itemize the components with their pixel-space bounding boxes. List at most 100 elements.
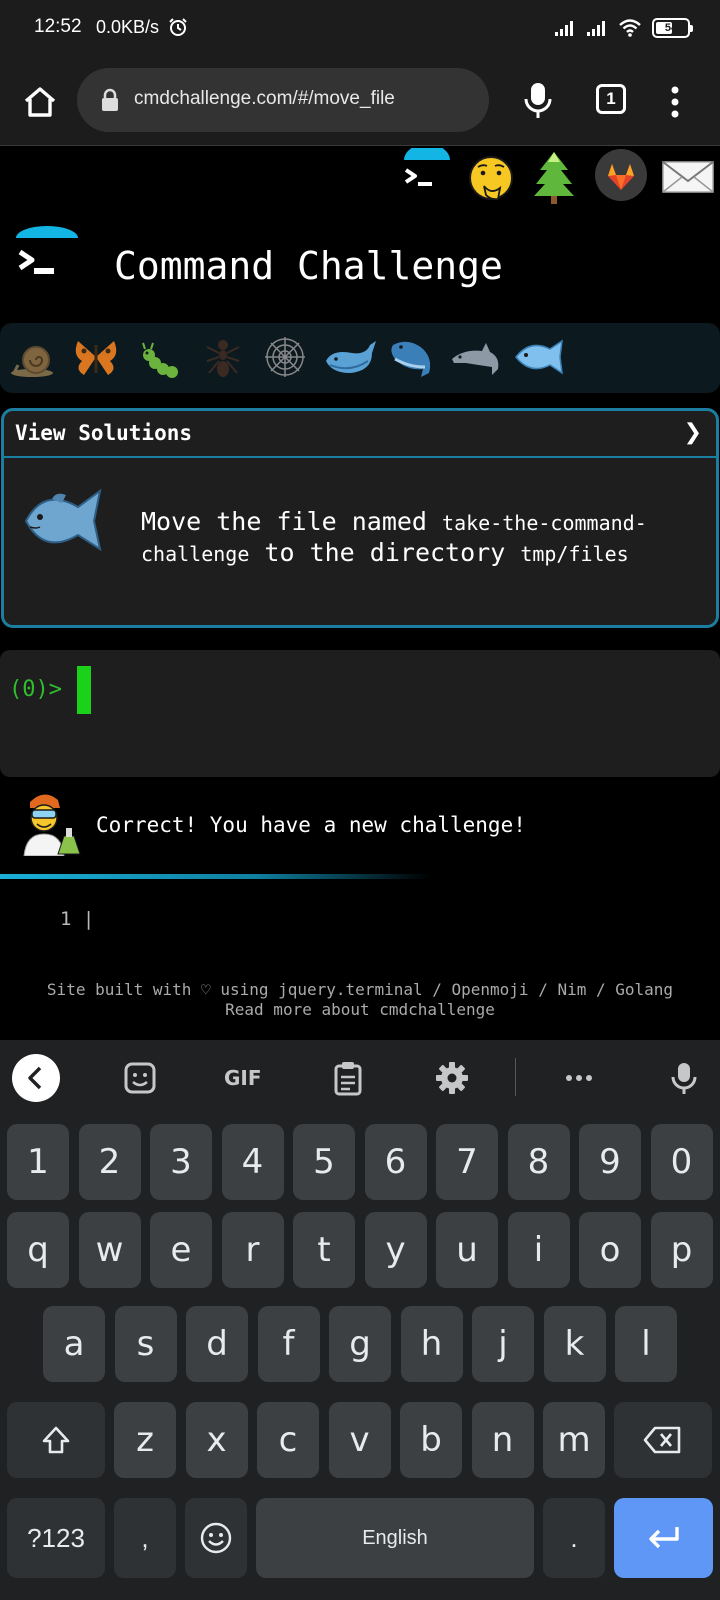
- lock-icon: [102, 88, 118, 111]
- whale-2-icon[interactable]: [385, 331, 437, 383]
- gitlab-icon[interactable]: [594, 148, 648, 202]
- spider-web-icon[interactable]: [259, 331, 311, 383]
- period-key[interactable]: .: [543, 1498, 605, 1578]
- key-o[interactable]: o: [579, 1212, 641, 1288]
- key-a-label: a: [63, 1324, 85, 1364]
- key-q-label: q: [27, 1230, 49, 1270]
- key-e[interactable]: e: [150, 1212, 212, 1288]
- key-p[interactable]: p: [650, 1212, 713, 1288]
- address-bar[interactable]: cmdchallenge.com/#/move_file: [77, 68, 489, 132]
- key-3[interactable]: 3: [150, 1124, 212, 1200]
- space-key[interactable]: English: [256, 1498, 534, 1578]
- key-b[interactable]: b: [400, 1402, 462, 1478]
- key-k[interactable]: k: [543, 1306, 606, 1382]
- settings-gear-icon[interactable]: [434, 1060, 470, 1096]
- terminal[interactable]: [0, 650, 720, 777]
- terminal-logo-icon[interactable]: [398, 148, 456, 206]
- key-v-label: v: [349, 1420, 370, 1460]
- status-indicators: 54: [554, 16, 693, 40]
- key-7-label: 7: [456, 1142, 478, 1182]
- key-d-label: d: [206, 1324, 228, 1364]
- toolbar-divider: [515, 1058, 516, 1096]
- key-j[interactable]: j: [472, 1306, 534, 1382]
- key-y-label: y: [385, 1230, 406, 1270]
- key-9[interactable]: 9: [579, 1124, 641, 1200]
- key-i[interactable]: i: [507, 1212, 570, 1288]
- shushing-face-icon[interactable]: [462, 148, 520, 206]
- clipboard-icon[interactable]: [330, 1060, 366, 1096]
- key-w[interactable]: w: [78, 1212, 141, 1288]
- shift-key[interactable]: [7, 1402, 105, 1478]
- key-v[interactable]: v: [328, 1402, 391, 1478]
- directory-code: tmp/files: [520, 542, 629, 566]
- gif-button[interactable]: GIF: [224, 1066, 262, 1090]
- key-7[interactable]: 7: [436, 1124, 498, 1200]
- key-r[interactable]: r: [221, 1212, 284, 1288]
- key-n[interactable]: n: [471, 1402, 534, 1478]
- key-m-label: m: [557, 1420, 591, 1460]
- ant-icon[interactable]: [197, 331, 249, 383]
- dolphin-icon[interactable]: [448, 331, 504, 383]
- key-4[interactable]: 4: [221, 1124, 284, 1200]
- key-s[interactable]: s: [114, 1306, 177, 1382]
- emoji-key[interactable]: [185, 1498, 247, 1578]
- overflow-menu-icon[interactable]: [662, 82, 688, 122]
- key-u[interactable]: u: [436, 1212, 498, 1288]
- key-t[interactable]: t: [293, 1212, 355, 1288]
- key-l-label: l: [641, 1324, 651, 1364]
- caterpillar-icon[interactable]: [135, 331, 187, 383]
- butterfly-icon[interactable]: [70, 331, 122, 383]
- key-d[interactable]: d: [186, 1306, 248, 1382]
- battery-icon: 54: [652, 18, 693, 38]
- key-f[interactable]: f: [257, 1306, 320, 1382]
- key-h[interactable]: h: [400, 1306, 463, 1382]
- key-q[interactable]: q: [7, 1212, 69, 1288]
- whale-icon[interactable]: [322, 331, 378, 383]
- home-button-icon[interactable]: [20, 82, 60, 122]
- shift-arrow-icon: [42, 1426, 70, 1454]
- sticker-icon[interactable]: [122, 1060, 158, 1096]
- keyboard-back-button[interactable]: [12, 1054, 60, 1102]
- key-a[interactable]: a: [43, 1306, 105, 1382]
- key-m[interactable]: m: [543, 1402, 605, 1478]
- key-2[interactable]: 2: [78, 1124, 141, 1200]
- fish-icon[interactable]: [508, 331, 568, 383]
- key-1[interactable]: 1: [7, 1124, 69, 1200]
- voice-search-mic-icon[interactable]: [520, 80, 556, 120]
- editor-line-number[interactable]: 1 |: [60, 908, 94, 930]
- key-i-label: i: [533, 1230, 544, 1270]
- tree-icon[interactable]: [525, 148, 583, 206]
- browser-toolbar: cmdchallenge.com/#/move_file 1: [0, 58, 720, 146]
- tab-switcher-button[interactable]: 1: [596, 84, 626, 114]
- key-f-label: f: [282, 1324, 295, 1364]
- symbols-key[interactable]: ?123: [7, 1498, 105, 1578]
- challenge-card: View Solutions ❯ Move the file named tak…: [1, 408, 719, 628]
- comma-key[interactable]: ,: [114, 1498, 176, 1578]
- snail-icon[interactable]: [8, 331, 60, 383]
- key-l[interactable]: l: [615, 1306, 677, 1382]
- backspace-key[interactable]: [614, 1402, 712, 1478]
- key-x[interactable]: x: [185, 1402, 248, 1478]
- view-solutions-toggle[interactable]: View Solutions ❯: [4, 411, 716, 458]
- keyboard-mic-icon[interactable]: [666, 1060, 702, 1096]
- chevron-left-icon: [28, 1066, 42, 1090]
- key-z[interactable]: z: [114, 1402, 176, 1478]
- key-0-label: 0: [670, 1142, 693, 1182]
- key-0[interactable]: 0: [650, 1124, 713, 1200]
- status-bar: 12:52 0.0KB/s 54: [0, 0, 720, 58]
- envelope-icon[interactable]: [660, 148, 716, 206]
- key-c[interactable]: c: [257, 1402, 319, 1478]
- more-options-icon[interactable]: [561, 1060, 597, 1096]
- key-n-label: n: [491, 1420, 514, 1460]
- key-8[interactable]: 8: [507, 1124, 570, 1200]
- key-4-label: 4: [241, 1142, 264, 1182]
- key-y[interactable]: y: [364, 1212, 427, 1288]
- key-t-label: t: [317, 1230, 331, 1270]
- key-5[interactable]: 5: [293, 1124, 355, 1200]
- key-u-label: u: [456, 1230, 478, 1270]
- key-6[interactable]: 6: [364, 1124, 427, 1200]
- url-text: cmdchallenge.com/#/move_file: [134, 88, 395, 109]
- enter-key[interactable]: [614, 1498, 713, 1578]
- read-more-link[interactable]: Read more about cmdchallenge: [0, 1000, 720, 1020]
- key-g[interactable]: g: [329, 1306, 391, 1382]
